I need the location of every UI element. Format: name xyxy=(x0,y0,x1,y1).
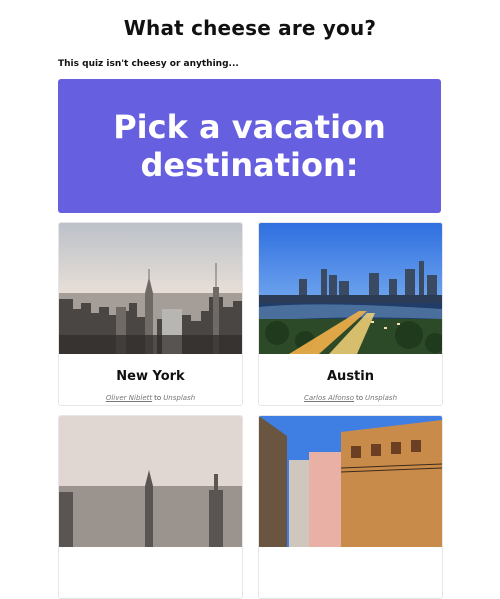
city-photo xyxy=(59,416,242,547)
photo-credit-source[interactable]: Unsplash xyxy=(163,394,195,402)
option-label: New York xyxy=(116,369,185,384)
photo-credit-source[interactable]: Unsplash xyxy=(365,394,397,402)
question-text: Pick a vacation destination: xyxy=(113,108,386,184)
answer-option-4[interactable] xyxy=(258,415,443,599)
new-york-photo xyxy=(59,223,242,354)
option-label: Austin xyxy=(327,369,374,384)
answer-option-austin[interactable]: Austin Carlos Alfonso to Unsplash xyxy=(258,222,443,406)
austin-photo xyxy=(259,223,442,354)
answer-option-new-york[interactable]: New York Oliver Niblett to Unsplash xyxy=(58,222,243,406)
photo-credit: Oliver Niblett to Unsplash xyxy=(59,394,242,402)
photo-credit-author[interactable]: Carlos Alfonso xyxy=(304,394,354,402)
question-card: Pick a vacation destination: xyxy=(58,79,441,213)
street-photo xyxy=(259,416,442,547)
page-title: What cheese are you? xyxy=(123,16,377,40)
question-line-1: Pick a vacation xyxy=(113,108,386,146)
photo-credit: Carlos Alfonso to Unsplash xyxy=(259,394,442,402)
photo-credit-separator: to xyxy=(154,394,162,402)
photo-credit-separator: to xyxy=(356,394,364,402)
answer-option-3[interactable] xyxy=(58,415,243,599)
page-subtitle: This quiz isn't cheesy or anything... xyxy=(58,59,239,69)
photo-credit-author[interactable]: Oliver Niblett xyxy=(106,394,152,402)
question-line-2: destination: xyxy=(140,146,359,184)
